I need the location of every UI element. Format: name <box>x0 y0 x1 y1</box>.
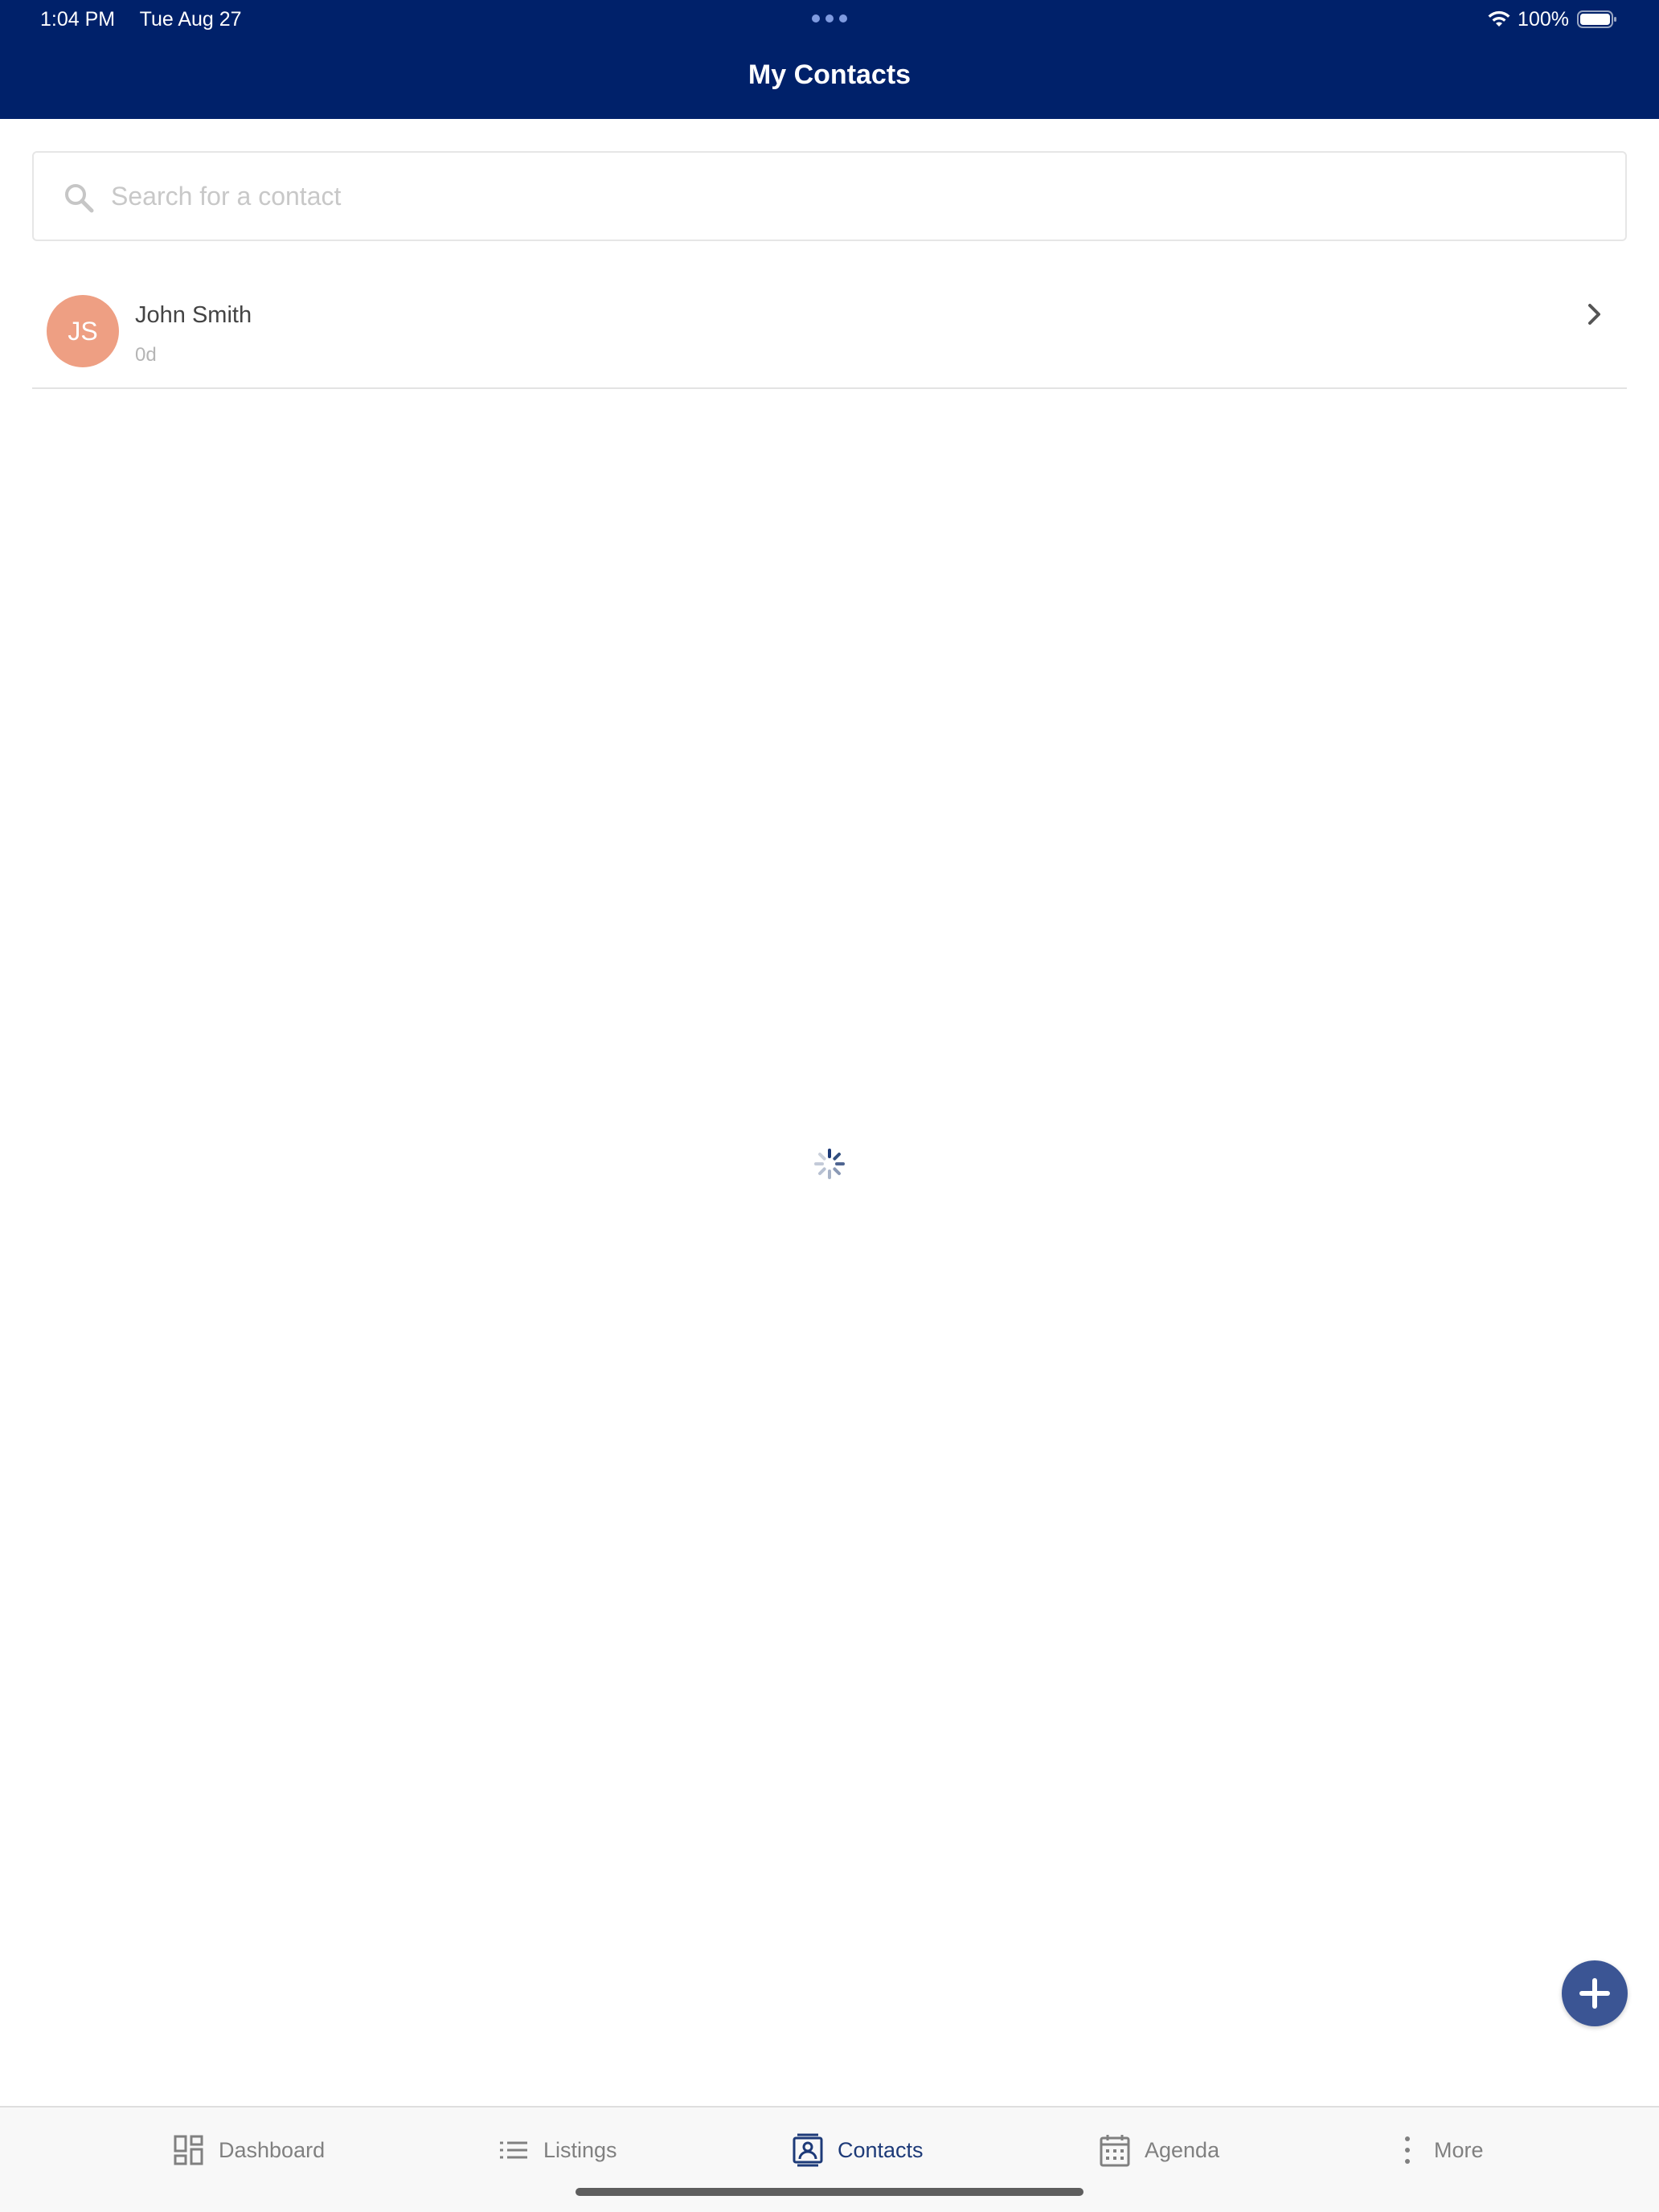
app-root: 1:04 PM Tue Aug 27 100% My Contacts Sear… <box>0 0 1659 2212</box>
tab-listings[interactable]: Listings <box>498 2132 617 2169</box>
tab-contacts[interactable]: Contacts <box>793 2132 924 2169</box>
wifi-icon <box>1488 10 1510 27</box>
search-bar <box>32 151 1627 241</box>
chevron-right-icon <box>1588 304 1600 325</box>
loading-spinner-icon <box>814 1149 845 1179</box>
calendar-icon <box>1100 2135 1130 2167</box>
contact-last-activity: 0d <box>135 344 157 366</box>
list-icon <box>500 2141 527 2159</box>
contacts-icon <box>793 2133 823 2167</box>
status-date: Tue Aug 27 <box>139 8 242 31</box>
tab-label: More <box>1434 2137 1484 2162</box>
home-indicator[interactable] <box>576 2188 1083 2196</box>
add-contact-button[interactable] <box>1562 1960 1628 2026</box>
contact-name: John Smith <box>135 302 252 328</box>
page-title: My Contacts <box>748 59 911 90</box>
header: 1:04 PM Tue Aug 27 100% My Contacts <box>0 0 1659 119</box>
tab-agenda[interactable]: Agenda <box>1100 2132 1219 2169</box>
tab-label: Listings <box>543 2137 617 2162</box>
contact-row[interactable]: JS John Smith 0d <box>32 273 1627 389</box>
plus-icon <box>1579 1978 1610 2009</box>
status-clock: 1:04 PM <box>40 8 116 31</box>
tab-label: Dashboard <box>219 2137 326 2162</box>
battery-percent: 100% <box>1518 7 1569 31</box>
battery-icon <box>1577 10 1616 28</box>
status-time: 1:04 PM Tue Aug 27 <box>40 8 261 31</box>
multitasking-dots-icon[interactable] <box>812 14 847 23</box>
dashboard-icon <box>174 2135 203 2165</box>
tab-dashboard[interactable]: Dashboard <box>174 2132 325 2169</box>
search-icon <box>65 184 94 213</box>
avatar: JS <box>47 295 119 367</box>
tab-label: Contacts <box>838 2137 924 2162</box>
tab-label: Agenda <box>1145 2137 1220 2162</box>
tab-bar: Dashboard Listings Contacts Agenda More <box>0 2106 1659 2212</box>
search-input[interactable] <box>111 154 1606 238</box>
status-indicators: 100% <box>1487 6 1617 32</box>
more-vertical-icon <box>1405 2136 1410 2164</box>
tab-more[interactable]: More <box>1395 2132 1484 2169</box>
